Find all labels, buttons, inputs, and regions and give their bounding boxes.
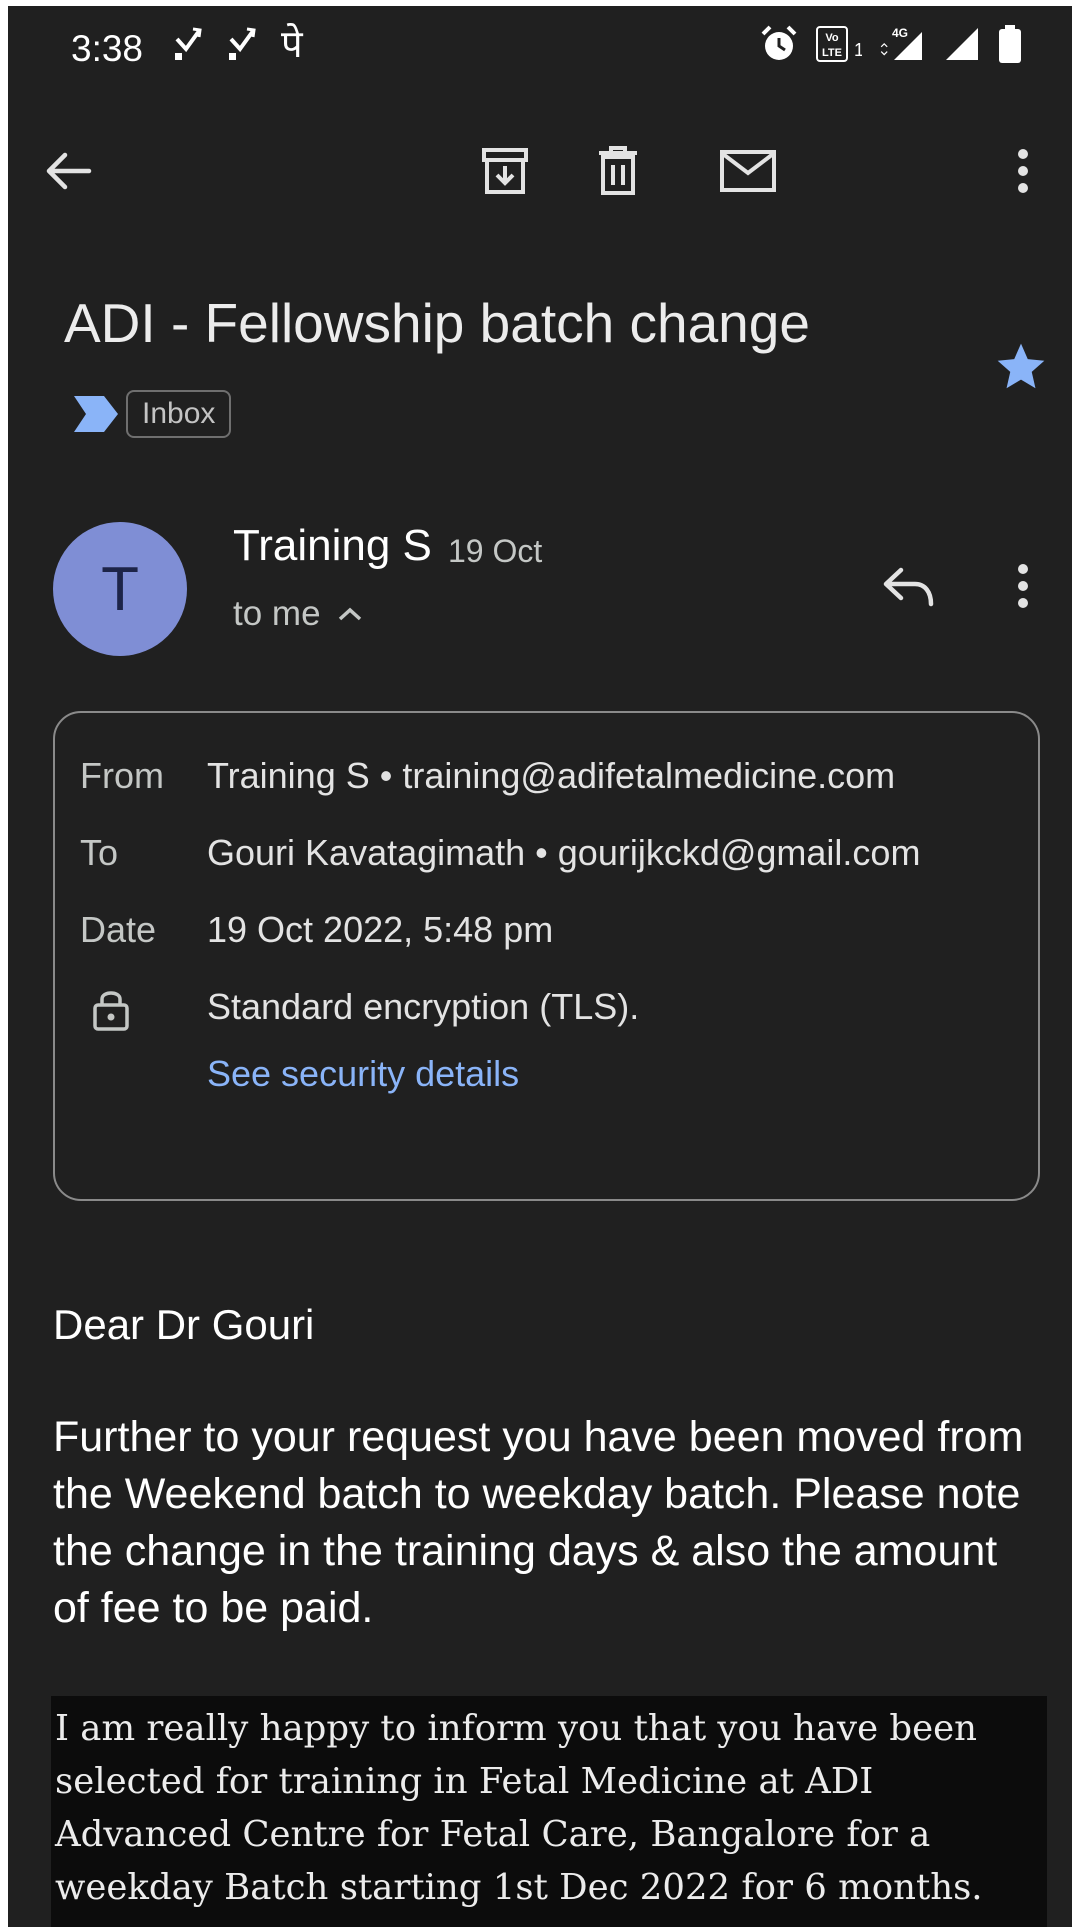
signal-4g-icon: 4G — [880, 26, 922, 60]
system-icons: Vo LTE 1 4G — [760, 24, 1022, 64]
star-button[interactable] — [993, 339, 1053, 399]
more-vert-icon — [1018, 564, 1028, 608]
from-label: From — [80, 755, 164, 796]
back-button[interactable] — [33, 136, 103, 206]
missed-call-icon — [175, 27, 202, 60]
important-marker-icon[interactable] — [74, 396, 118, 432]
to-label: To — [80, 832, 119, 873]
date-label: Date — [80, 909, 157, 950]
quoted-line: I am really happy to inform you that you… — [55, 1708, 977, 1749]
date-value: 19 Oct 2022, 5:48 pm — [207, 909, 554, 950]
battery-icon — [999, 25, 1021, 63]
delete-icon — [599, 146, 637, 195]
email-screen: 3:38 पे Vo LTE 1 4G ADI - Fellowship bat… — [8, 6, 1072, 1927]
svg-text:Vo: Vo — [825, 32, 839, 44]
status-time: 3:38 — [71, 28, 144, 69]
encryption-info: Standard encryption (TLS). — [207, 986, 640, 1027]
volte-icon: Vo LTE 1 — [816, 26, 862, 62]
quoted-line: selected for training in Fetal Medicine … — [55, 1761, 874, 1802]
quoted-text-block: I am really happy to inform you that you… — [51, 1696, 1047, 1927]
email-subject: ADI - Fellowship batch change — [64, 292, 810, 354]
message-more-button[interactable] — [998, 551, 1048, 621]
more-vert-icon — [1018, 149, 1028, 193]
sender-avatar[interactable]: T — [53, 522, 187, 656]
notification-icons: पे — [173, 24, 303, 64]
email-greeting: Dear Dr Gouri — [53, 1301, 315, 1348]
status-bar: 3:38 पे Vo LTE 1 4G — [8, 6, 1072, 86]
chevron-up-icon — [338, 607, 361, 621]
archive-button[interactable] — [470, 136, 540, 206]
quoted-line: Advanced Centre for Fetal Care, Bangalor… — [55, 1814, 931, 1855]
recipient-summary: to me — [233, 594, 321, 633]
email-body-paragraph: Further to your request you have been mo… — [53, 1413, 1024, 1632]
svg-text:4G: 4G — [892, 26, 908, 40]
svg-text:LTE: LTE — [822, 47, 842, 59]
reply-button[interactable] — [873, 551, 943, 621]
mark-unread-button[interactable] — [713, 136, 783, 206]
label-row: Inbox — [74, 389, 232, 439]
inbox-label-chip[interactable]: Inbox — [126, 390, 232, 438]
paytm-icon: पे — [281, 22, 303, 66]
lock-icon — [93, 991, 129, 1031]
quoted-line: weekday Batch starting 1st Dec 2022 for … — [55, 1867, 983, 1908]
signal-icon — [946, 28, 978, 60]
delete-button[interactable] — [583, 136, 653, 206]
svg-text:1: 1 — [854, 40, 862, 60]
to-value[interactable]: Gouri Kavatagimath • gourijkckd@gmail.co… — [207, 832, 920, 874]
message-details-panel: From Training S • training@adifetalmedic… — [53, 711, 1040, 1201]
more-options-button[interactable] — [998, 136, 1048, 206]
action-toolbar — [8, 136, 1072, 216]
security-details-link[interactable]: See security details — [207, 1053, 519, 1095]
email-date: 19 Oct — [448, 533, 543, 569]
star-icon — [997, 343, 1045, 389]
mark-unread-icon — [720, 150, 776, 192]
from-value[interactable]: Training S • training@adifetalmedicine.c… — [207, 755, 895, 797]
reply-icon — [883, 567, 934, 607]
alarm-icon — [761, 25, 797, 60]
archive-icon — [482, 148, 528, 194]
sender-name: Training S — [233, 521, 432, 570]
missed-call-icon — [229, 27, 256, 60]
back-arrow-icon — [46, 152, 92, 190]
recipient-toggle[interactable]: to me — [233, 594, 363, 634]
